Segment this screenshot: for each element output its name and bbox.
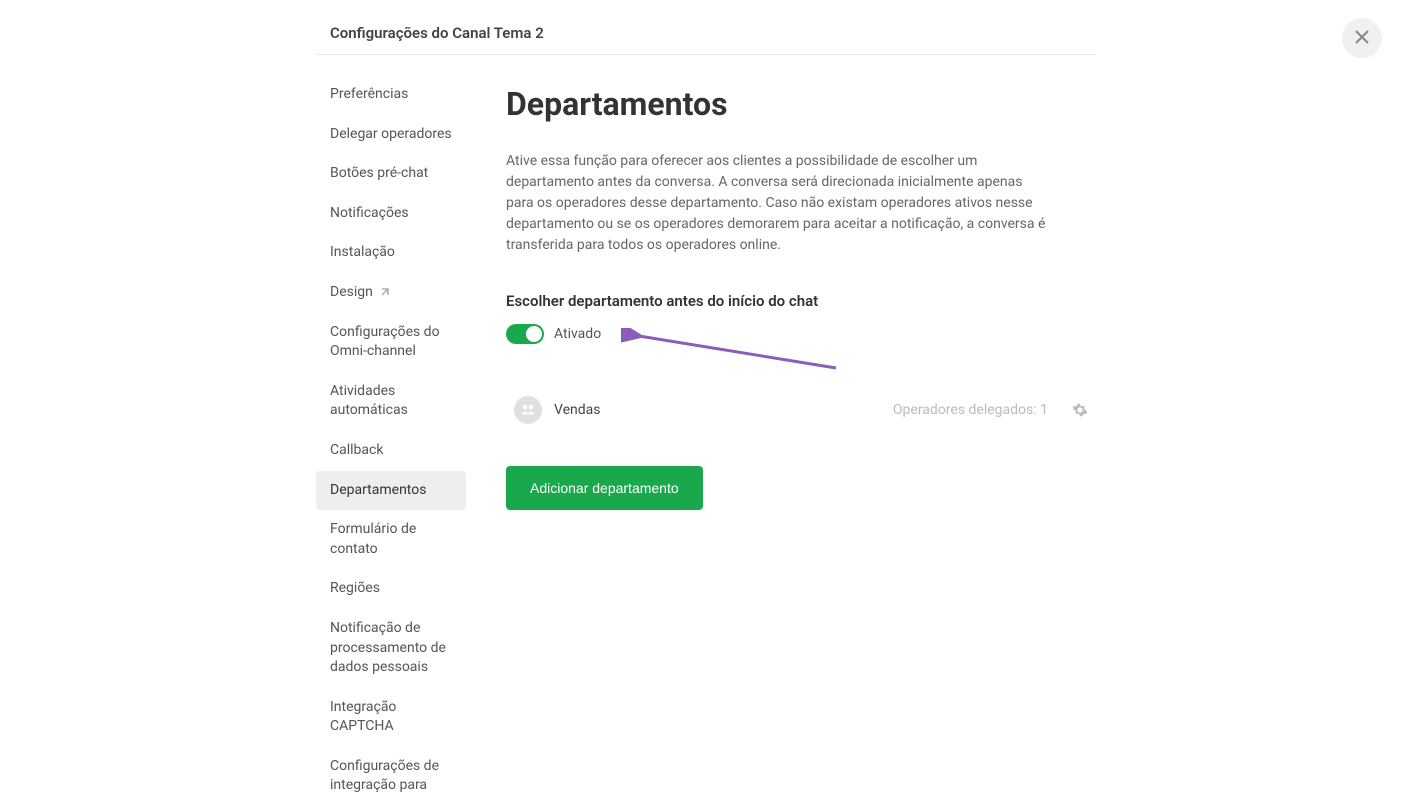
sidebar-item-label: Preferências: [330, 85, 408, 105]
sidebar-item-formulario-contato[interactable]: Formulário de contato: [316, 510, 466, 569]
toggle-label: Ativado: [554, 326, 601, 342]
sidebar-item-label: Formulário de contato: [330, 520, 452, 559]
sidebar-item-label: Callback: [330, 441, 383, 461]
sidebar-item-delegar-operadores[interactable]: Delegar operadores: [316, 115, 466, 155]
sidebar-item-notificacoes[interactable]: Notificações: [316, 194, 466, 234]
gear-icon[interactable]: [1072, 402, 1088, 418]
toggle-switch[interactable]: [506, 324, 544, 344]
sidebar-item-omni-channel[interactable]: Configurações do Omni-channel: [316, 313, 466, 372]
add-department-button[interactable]: Adicionar departamento: [506, 466, 703, 510]
sidebar-item-label: Configurações de integração para: [330, 757, 452, 796]
avatar: [514, 396, 542, 424]
sidebar-item-label: Design: [330, 283, 373, 303]
sidebar-item-integracao[interactable]: Configurações de integração para: [316, 747, 466, 806]
close-button[interactable]: [1342, 18, 1382, 58]
sidebar-item-label: Integração CAPTCHA: [330, 698, 452, 737]
sidebar-item-captcha[interactable]: Integração CAPTCHA: [316, 688, 466, 747]
sidebar-item-label: Delegar operadores: [330, 125, 452, 145]
header: Configurações do Canal Tema 2: [316, 24, 1096, 55]
sidebar-item-label: Departamentos: [330, 481, 426, 501]
sidebar-item-instalacao[interactable]: Instalação: [316, 233, 466, 273]
sidebar-item-label: Configurações do Omni-channel: [330, 323, 452, 362]
sidebar-item-label: Regiões: [330, 579, 380, 599]
sidebar-item-botoes-pre-chat[interactable]: Botões pré-chat: [316, 154, 466, 194]
breadcrumb: Configurações do Canal Tema 2: [316, 24, 1096, 42]
external-link-icon: [379, 288, 389, 298]
sidebar-item-preferencias[interactable]: Preferências: [316, 75, 466, 115]
avatar-icon: [519, 401, 537, 419]
sidebar-item-label: Notificação de processamento de dados pe…: [330, 619, 452, 678]
sidebar-item-regioes[interactable]: Regiões: [316, 569, 466, 609]
sidebar-item-departamentos[interactable]: Departamentos: [316, 471, 466, 511]
sidebar-item-label: Atividades automáticas: [330, 382, 452, 421]
section-title: Escolher departamento antes do início do…: [506, 292, 1096, 310]
sidebar-item-design[interactable]: Design: [316, 273, 466, 313]
sidebar: Preferências Delegar operadores Botões p…: [316, 65, 466, 806]
sidebar-item-callback[interactable]: Callback: [316, 431, 466, 471]
department-row: Vendas Operadores delegados: 1: [506, 384, 1096, 436]
sidebar-item-label: Instalação: [330, 243, 395, 263]
arrow-annotation: [621, 328, 841, 378]
department-name: Vendas: [554, 402, 881, 418]
close-icon: [1354, 29, 1370, 48]
sidebar-item-label: Notificações: [330, 204, 409, 224]
main-content: Departamentos Ative essa função para ofe…: [506, 65, 1096, 806]
description: Ative essa função para oferecer aos clie…: [506, 151, 1046, 256]
toggle-row: Ativado: [506, 324, 1096, 344]
page-title: Departamentos: [506, 85, 1096, 123]
sidebar-item-notificacao-dados[interactable]: Notificação de processamento de dados pe…: [316, 609, 466, 688]
operators-count: Operadores delegados: 1: [893, 402, 1048, 418]
sidebar-item-atividades-automaticas[interactable]: Atividades automáticas: [316, 372, 466, 431]
sidebar-item-label: Botões pré-chat: [330, 164, 428, 184]
